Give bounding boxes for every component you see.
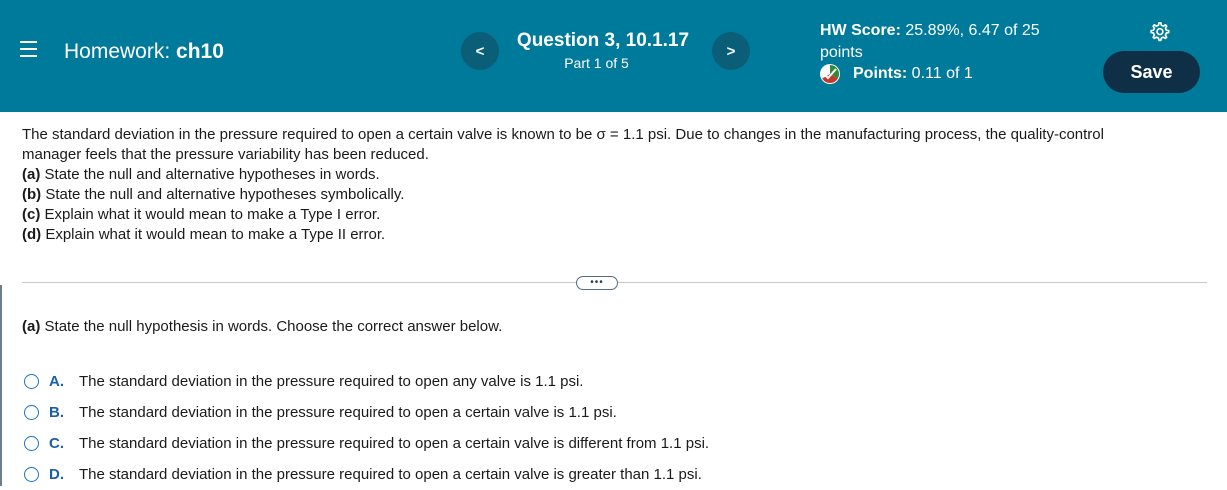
gear-icon[interactable]: [1148, 21, 1170, 43]
question-part-indicator: Part 1 of 5: [564, 55, 629, 71]
problem-part-tag: (d): [22, 226, 42, 243]
option-letter: B.: [49, 404, 64, 421]
current-question-prompt: (a) State the null hypothesis in words. …: [22, 318, 502, 335]
chevron-right-icon: >: [726, 42, 736, 60]
problem-part-c: (c) Explain what it would mean to make a…: [22, 205, 1207, 225]
option-text: The standard deviation in the pressure r…: [79, 373, 584, 390]
problem-statement: The standard deviation in the pressure r…: [22, 125, 1207, 245]
option-letter: A.: [49, 373, 64, 390]
hw-score-label: HW Score:: [820, 22, 901, 39]
next-question-button[interactable]: >: [712, 32, 750, 70]
option-text: The standard deviation in the pressure r…: [79, 404, 617, 421]
answer-option-b[interactable]: B. The standard deviation in the pressur…: [22, 397, 709, 428]
points-status-icon: [820, 64, 840, 84]
radio-button[interactable]: [24, 436, 39, 451]
option-text: The standard deviation in the pressure r…: [79, 435, 710, 452]
left-scroll-edge: [0, 285, 2, 486]
points-value: 0.11 of 1: [911, 65, 973, 82]
problem-intro-line-1: The standard deviation in the pressure r…: [22, 126, 1104, 143]
problem-part-d: (d) Explain what it would mean to make a…: [22, 225, 1207, 245]
answer-option-d[interactable]: D. The standard deviation in the pressur…: [22, 459, 709, 490]
problem-part-b: (b) State the null and alternative hypot…: [22, 185, 1207, 205]
problem-part-tag: (c): [22, 206, 41, 223]
previous-question-button[interactable]: <: [461, 32, 499, 70]
option-text: The standard deviation in the pressure r…: [79, 466, 702, 483]
hw-score-unit: points: [820, 44, 863, 61]
option-letter: C.: [49, 435, 64, 452]
points-row: Points: 0.11 of 1: [820, 64, 973, 84]
problem-part-text: Explain what it would mean to make a Typ…: [44, 206, 381, 223]
hw-score-value: 25.89%, 6.47 of 25: [905, 22, 1040, 39]
problem-part-tag: (b): [22, 186, 42, 203]
radio-button[interactable]: [24, 467, 39, 482]
problem-part-text: Explain what it would mean to make a Typ…: [45, 226, 386, 243]
answer-option-c[interactable]: C. The standard deviation in the pressur…: [22, 428, 709, 459]
problem-part-text: State the null and alternative hypothese…: [44, 166, 380, 183]
problem-intro-line-2: manager feels that the pressure variabil…: [22, 146, 429, 163]
homework-title: Homework: ch10: [64, 40, 224, 64]
top-bar: Homework: ch10 < Question 3, 10.1.17 Par…: [0, 0, 1227, 112]
answer-options: A. The standard deviation in the pressur…: [22, 366, 709, 490]
homework-name: ch10: [176, 40, 224, 63]
expand-more-button[interactable]: •••: [576, 276, 618, 290]
save-button[interactable]: Save: [1103, 51, 1200, 93]
radio-button[interactable]: [24, 405, 39, 420]
chevron-left-icon: <: [475, 42, 485, 60]
answer-option-a[interactable]: A. The standard deviation in the pressur…: [22, 366, 709, 397]
points-label: Points:: [853, 65, 908, 82]
problem-part-a: (a) State the null and alternative hypot…: [22, 165, 1207, 185]
option-letter: D.: [49, 466, 64, 483]
menu-icon[interactable]: [20, 41, 37, 57]
current-question-text: State the null hypothesis in words. Choo…: [44, 318, 503, 335]
radio-button[interactable]: [24, 374, 39, 389]
problem-part-tag: (a): [22, 166, 41, 183]
question-title: Question 3, 10.1.17: [516, 30, 690, 51]
homework-prefix: Homework:: [64, 40, 171, 63]
problem-part-text: State the null and alternative hypothese…: [45, 186, 405, 203]
hw-score: HW Score: 25.89%, 6.47 of 25 points: [820, 20, 1075, 64]
current-question-tag: (a): [22, 318, 41, 335]
